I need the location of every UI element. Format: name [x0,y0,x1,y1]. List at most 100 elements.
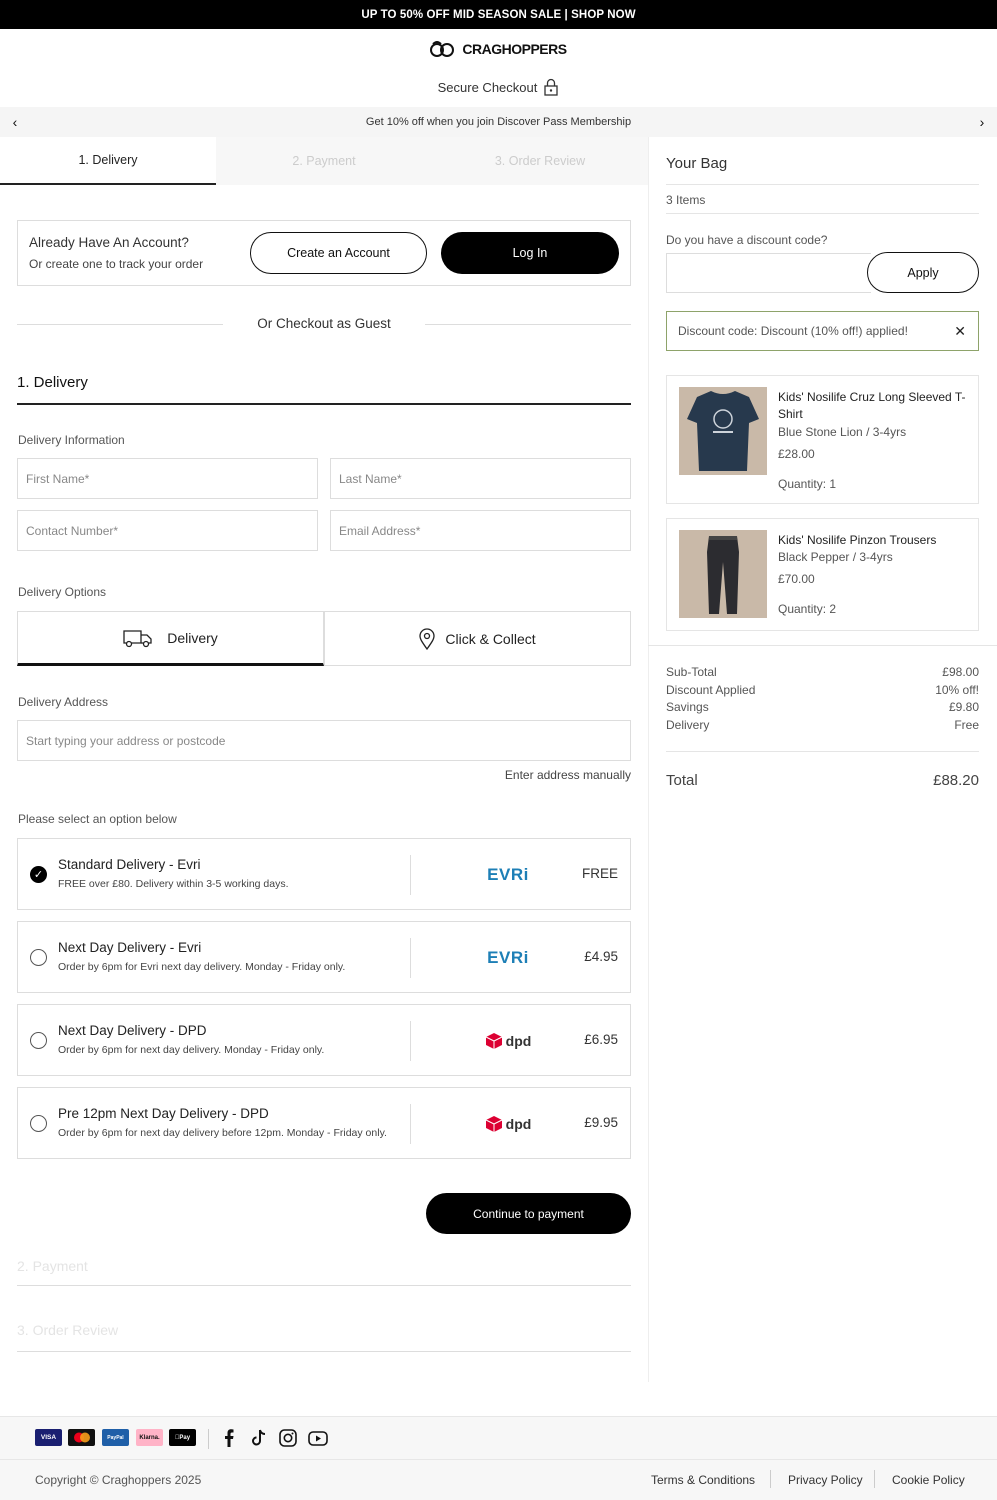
summary-value: £98.00 [942,665,979,679]
discount-message-text: Discount code: Discount (10% off!) appli… [678,324,908,338]
bag-title: Your Bag [666,155,728,172]
product-image[interactable] [679,530,767,618]
klarna-icon: Klarna. [136,1429,163,1446]
carousel-message[interactable]: Get 10% off when you join Discover Pass … [366,116,631,128]
shipping-price: £9.95 [584,1115,618,1130]
cookie-link[interactable]: Cookie Policy [892,1473,965,1487]
secure-checkout-label: Secure Checkout [437,79,538,95]
footer-payments-social: VISA PayPal Klarna. Pay [0,1416,997,1460]
delivery-options-label: Delivery Options [18,585,107,599]
item-name[interactable]: Kids' Nosilife Cruz Long Sleeved T-Shirt [778,389,968,423]
tiktok-icon[interactable] [248,1428,268,1448]
brand-mark-icon [430,41,455,57]
item-name[interactable]: Kids' Nosilife Pinzon Trousers [778,532,968,549]
terms-link[interactable]: Terms & Conditions [651,1473,755,1487]
first-name-field[interactable]: First Name* [17,458,318,499]
privacy-link[interactable]: Privacy Policy [788,1473,863,1487]
summary-value: Free [954,718,979,732]
shipping-description: Order by 6pm for Evri next day delivery.… [58,961,346,973]
delivery-option-tab[interactable]: Delivery [17,611,324,666]
summary-row: Discount Applied 10% off! [666,683,979,697]
product-image[interactable] [679,387,767,475]
delivery-address-label: Delivery Address [18,695,109,709]
enter-address-manually-link[interactable]: Enter address manually [480,768,631,782]
shipping-price: £4.95 [584,949,618,964]
chevron-right-icon[interactable]: › [967,107,997,137]
tab-delivery[interactable]: 1. Delivery [0,137,216,185]
continue-to-payment-button[interactable]: Continue to payment [426,1193,631,1234]
promo-text[interactable]: UP TO 50% OFF MID SEASON SALE | SHOP NOW [361,9,635,21]
radio-unselected-icon[interactable] [30,1115,47,1132]
shipping-option[interactable]: Next Day Delivery - DPD Order by 6pm for… [17,1004,631,1076]
visa-icon: VISA [35,1429,62,1446]
dpd-logo: dpd [458,1110,558,1138]
close-icon[interactable]: ✕ [954,323,966,340]
tab-payment: 2. Payment [216,137,432,185]
log-in-button[interactable]: Log In [441,232,619,274]
discount-code-input[interactable] [666,253,871,293]
radio-unselected-icon[interactable] [30,949,47,966]
dpd-cube-icon [485,1116,502,1132]
payment-section-heading: 2. Payment [17,1258,88,1274]
contact-number-field[interactable]: Contact Number* [17,510,318,551]
lock-icon [544,78,559,96]
item-price: £70.00 [778,572,815,586]
click-collect-option-tab[interactable]: Click & Collect [324,611,631,666]
carrier-name: EVRi [487,948,529,967]
apply-discount-button[interactable]: Apply [867,252,979,293]
apple-pay-icon: Pay [169,1429,196,1446]
delivery-option-label: Delivery [167,629,218,646]
chevron-left-icon[interactable]: ‹ [0,107,30,137]
create-account-button[interactable]: Create an Account [250,232,427,274]
paypal-icon: PayPal [102,1429,129,1446]
visa-label: VISA [40,1434,57,1441]
dpd-cube-icon [485,1033,502,1049]
instagram-icon[interactable] [278,1428,298,1448]
shipping-option[interactable]: Pre 12pm Next Day Delivery - DPD Order b… [17,1087,631,1159]
select-option-label: Please select an option below [18,812,177,826]
shipping-title: Next Day Delivery - DPD [58,1023,207,1038]
dpd-logo: dpd [458,1027,558,1055]
account-title: Already Have An Account? [29,235,189,250]
radio-unselected-icon[interactable] [30,1032,47,1049]
email-field[interactable]: Email Address* [330,510,631,551]
divider [17,1351,631,1352]
column-divider [648,137,649,1382]
divider [874,1470,875,1488]
divider [208,1429,209,1449]
carrier-name: EVRi [487,865,529,884]
divider [17,324,223,325]
carrier-name: dpd [505,1116,532,1132]
brand-logo[interactable]: CRAGHOPPERS [0,40,997,58]
delivery-section-heading: 1. Delivery [17,374,88,391]
item-variant: Blue Stone Lion / 3-4yrs [778,425,907,439]
shipping-title: Standard Delivery - Evri [58,857,201,872]
facebook-icon[interactable] [219,1428,239,1448]
radio-selected-icon[interactable]: ✓ [30,866,47,883]
promo-banner[interactable]: UP TO 50% OFF MID SEASON SALE | SHOP NOW [0,0,997,29]
trousers-icon [707,536,739,614]
mastercard-icon [68,1429,95,1446]
summary-row: Savings £9.80 [666,700,979,714]
shipping-price: £6.95 [584,1032,618,1047]
shipping-option[interactable]: Next Day Delivery - Evri Order by 6pm fo… [17,921,631,993]
van-icon [123,629,152,647]
divider [666,751,979,752]
guest-checkout-label: Or Checkout as Guest [257,316,391,331]
evri-logo: EVRi [458,944,558,972]
shipping-option[interactable]: ✓ Standard Delivery - Evri FREE over £80… [17,838,631,910]
summary-row: Sub-Total £98.00 [666,665,979,679]
summary-row: Delivery Free [666,718,979,732]
youtube-icon[interactable] [308,1428,328,1448]
last-name-field[interactable]: Last Name* [330,458,631,499]
item-variant: Black Pepper / 3-4yrs [778,550,893,564]
divider [666,184,979,185]
divider [410,938,411,978]
evri-logo: EVRi [458,861,558,889]
divider [17,1285,631,1286]
copyright: Copyright © Craghoppers 2025 [35,1473,202,1487]
address-search-input[interactable]: Start typing your address or postcode [17,720,631,761]
tshirt-icon [687,391,759,471]
total-value: £88.20 [933,772,979,789]
order-review-section-heading: 3. Order Review [17,1322,119,1338]
